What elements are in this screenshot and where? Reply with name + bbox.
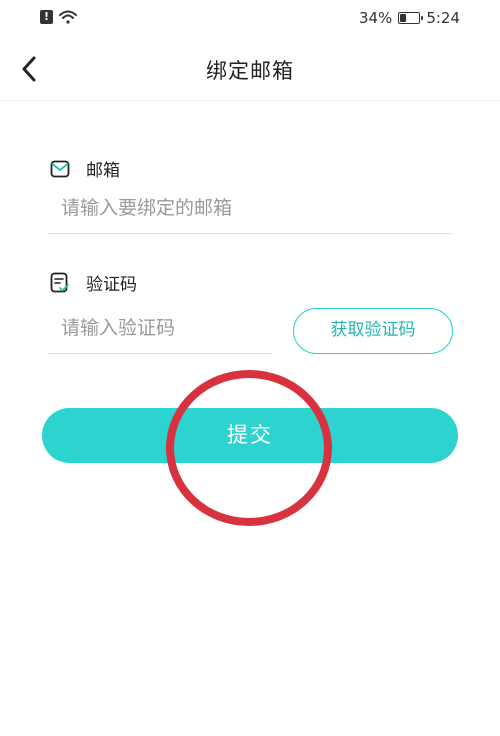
battery-percent: 34% bbox=[358, 9, 393, 27]
battery-icon bbox=[398, 12, 424, 24]
email-input[interactable] bbox=[47, 190, 453, 226]
status-left: ! bbox=[40, 10, 77, 24]
code-underline bbox=[47, 353, 273, 354]
clock: 5:24 bbox=[426, 9, 460, 27]
get-code-button[interactable]: 获取验证码 bbox=[293, 308, 453, 354]
battery-fill bbox=[400, 14, 407, 22]
email-label: 邮箱 bbox=[86, 161, 120, 181]
code-label: 验证码 bbox=[86, 275, 137, 295]
code-label-row: 验证码 bbox=[50, 270, 137, 295]
submit-button[interactable]: 提交 bbox=[42, 408, 458, 463]
email-underline bbox=[47, 233, 453, 234]
status-right: 34% 5:24 bbox=[359, 9, 460, 27]
wifi-icon bbox=[59, 10, 77, 24]
header: 绑定邮箱 bbox=[0, 38, 500, 101]
email-label-row: 邮箱 bbox=[50, 156, 120, 181]
status-bar: ! 34% 5:24 bbox=[0, 0, 500, 38]
mail-icon bbox=[50, 160, 70, 177]
code-input[interactable] bbox=[47, 310, 273, 346]
alert-icon: ! bbox=[40, 10, 53, 24]
verify-doc-icon bbox=[50, 272, 69, 292]
page-title: 绑定邮箱 bbox=[206, 59, 294, 83]
